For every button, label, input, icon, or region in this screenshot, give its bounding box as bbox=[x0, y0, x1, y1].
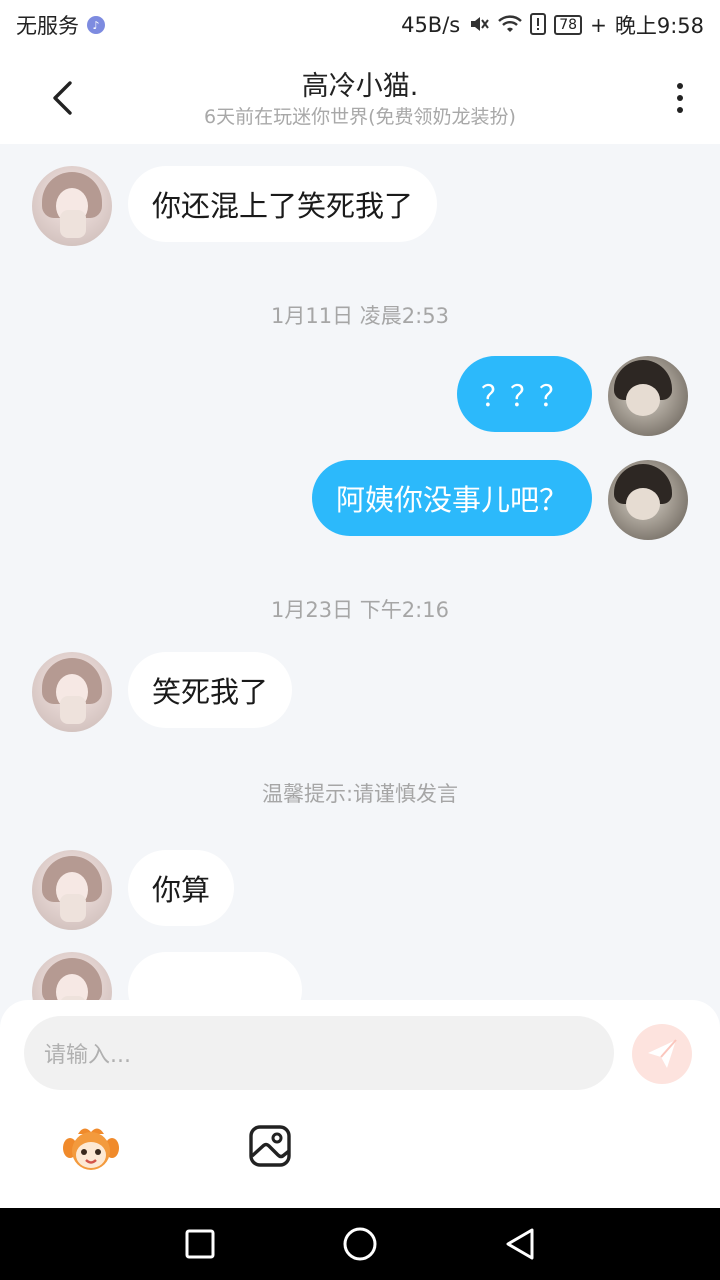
status-bar: 无服务 ♪ 45B/s 78 + 晚上9:58 bbox=[0, 0, 720, 50]
contact-avatar[interactable] bbox=[32, 166, 112, 246]
status-right: 45B/s 78 + 晚上9:58 bbox=[401, 10, 704, 40]
message-bubble[interactable]: 你算 bbox=[128, 850, 235, 926]
battery-indicator: 78 bbox=[554, 15, 583, 35]
message-bubble[interactable] bbox=[128, 952, 302, 1004]
contact-avatar[interactable] bbox=[32, 952, 112, 1004]
music-icon: ♪ bbox=[87, 16, 105, 34]
square-nav-icon[interactable] bbox=[182, 1226, 218, 1262]
network-speed: 45B/s bbox=[401, 13, 461, 37]
message-input[interactable]: 请输入... bbox=[24, 1016, 614, 1090]
contact-name: 高冷小猫. bbox=[301, 71, 419, 102]
more-icon[interactable] bbox=[660, 72, 700, 124]
send-button[interactable] bbox=[632, 1024, 692, 1084]
status-left: 无服务 ♪ bbox=[16, 10, 105, 40]
message-list[interactable]: 你还混上了笑死我了 1月11日 凌晨2:53 ？？？ 阿姨你没事儿吧？ 1月23… bbox=[0, 144, 720, 1004]
message-bubble[interactable]: 笑死我了 bbox=[128, 652, 293, 728]
message-bubble[interactable]: 你还混上了笑死我了 bbox=[128, 166, 438, 242]
input-panel: 请输入... bbox=[0, 1000, 720, 1208]
contact-avatar[interactable] bbox=[32, 652, 112, 732]
send-icon bbox=[648, 1039, 677, 1068]
wifi-icon bbox=[498, 14, 523, 37]
image-icon[interactable] bbox=[248, 1124, 292, 1168]
circle-nav-icon[interactable] bbox=[342, 1226, 378, 1262]
message-bubble[interactable]: ？？？ bbox=[456, 356, 592, 432]
safety-notice: 温馨提示:请谨慎发言 bbox=[261, 782, 459, 806]
message-bubble[interactable]: 阿姨你没事儿吧？ bbox=[311, 460, 592, 536]
message-timestamp: 1月11日 凌晨2:53 bbox=[271, 304, 449, 328]
mascot-icon[interactable] bbox=[62, 1124, 120, 1172]
triangle-nav-icon[interactable] bbox=[502, 1226, 538, 1262]
my-avatar[interactable] bbox=[608, 460, 688, 540]
contact-avatar[interactable] bbox=[32, 850, 112, 930]
sim-alert-icon bbox=[530, 12, 547, 38]
charging-icon: + bbox=[590, 13, 607, 37]
system-nav-bar bbox=[0, 1208, 720, 1280]
mute-icon bbox=[468, 13, 490, 38]
clock-time: 晚上9:58 bbox=[614, 14, 704, 38]
chat-header: 高冷小猫. 6天前在玩迷你世界(免费领奶龙装扮) bbox=[0, 50, 720, 144]
carrier-text: 无服务 bbox=[16, 14, 79, 38]
message-timestamp: 1月23日 下午2:16 bbox=[271, 598, 449, 622]
contact-activity: 6天前在玩迷你世界(免费领奶龙装扮) bbox=[204, 106, 516, 128]
my-avatar[interactable] bbox=[608, 356, 688, 436]
